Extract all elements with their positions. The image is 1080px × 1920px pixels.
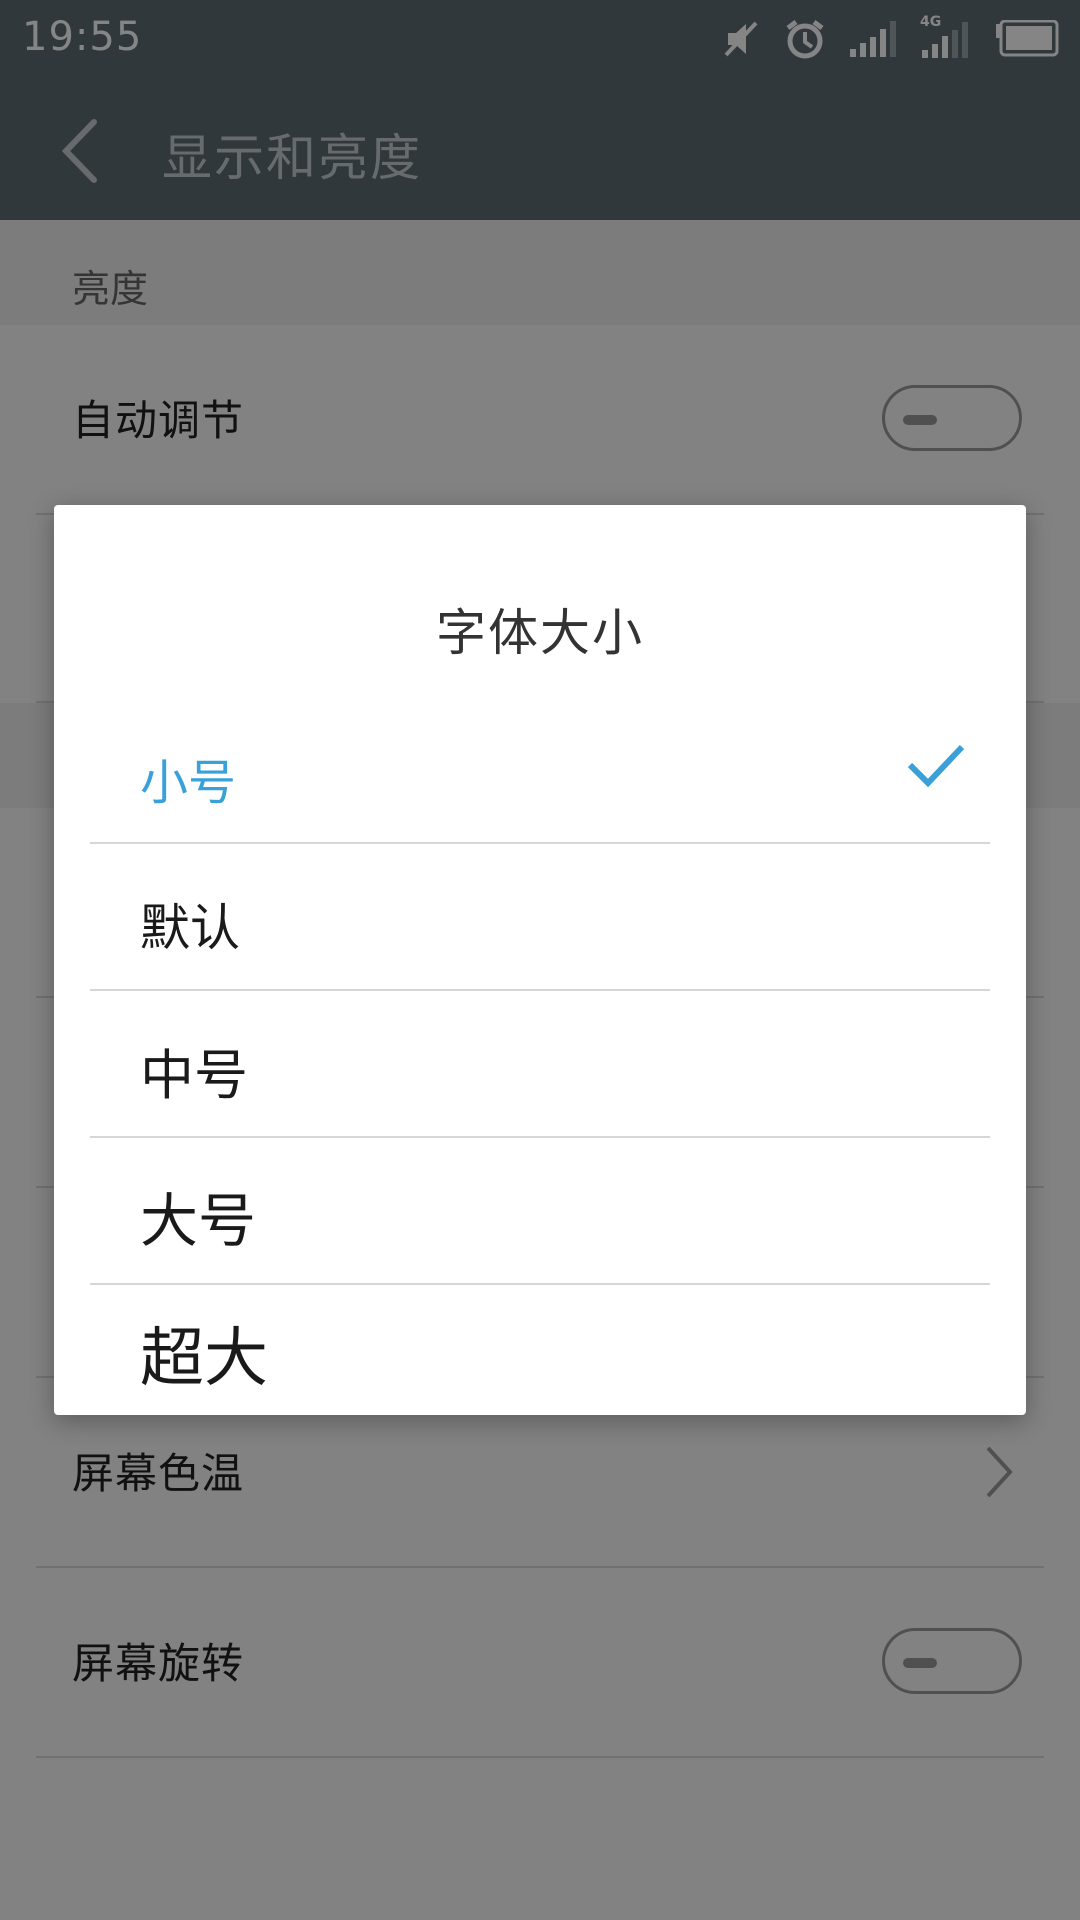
font-size-option-default[interactable]: 默认 — [90, 844, 990, 991]
dialog-title: 字体大小 — [436, 604, 644, 662]
font-size-option-medium[interactable]: 中号 — [90, 991, 990, 1138]
option-label: 超大 — [140, 1322, 268, 1396]
font-size-option-large[interactable]: 大号 — [90, 1138, 990, 1285]
font-size-option-small[interactable]: 小号 — [90, 697, 990, 844]
option-label: 大号 — [140, 1187, 257, 1255]
font-size-dialog: 字体大小 小号 默认 中号 大号 超大 — [54, 505, 1026, 1415]
checkmark-icon — [907, 744, 965, 788]
option-label: 默认 — [140, 899, 240, 957]
option-label: 小号 — [140, 755, 237, 811]
option-label: 中号 — [140, 1044, 248, 1107]
font-size-option-extra-large[interactable]: 超大 — [90, 1285, 990, 1430]
